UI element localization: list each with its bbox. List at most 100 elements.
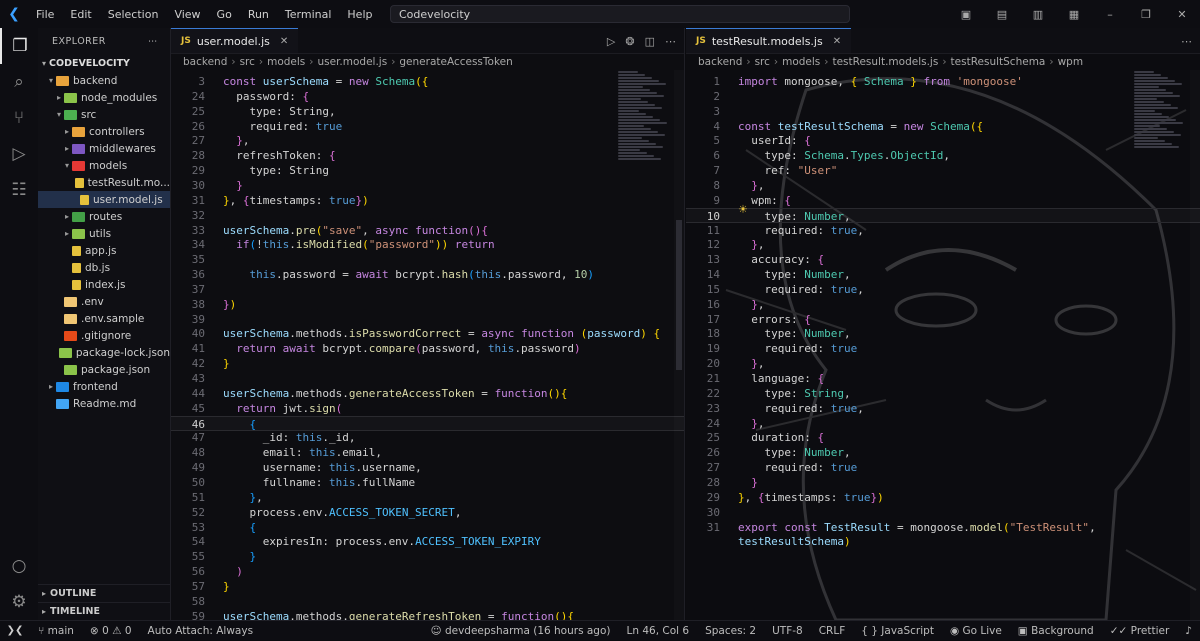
toggle-panel-icon[interactable]: ▤	[984, 8, 1020, 21]
code-line[interactable]: 50 fullname: this.fullName	[171, 475, 684, 490]
tree-item[interactable]: ▸ frontend	[38, 378, 170, 395]
code-line[interactable]: 6 type: Schema.Types.ObjectId,	[686, 148, 1200, 163]
tree-item[interactable]: ▸ node_modules	[38, 89, 170, 106]
code-line[interactable]: 11 required: true,	[686, 223, 1200, 238]
split-editor-icon[interactable]: ◫	[645, 35, 655, 48]
code-line[interactable]: 57}	[171, 579, 684, 594]
code-line[interactable]: 18 type: Number,	[686, 326, 1200, 341]
tree-item[interactable]: .gitignore	[38, 327, 170, 344]
code-line[interactable]: 23 required: true,	[686, 401, 1200, 416]
code-line[interactable]: 58	[171, 594, 684, 609]
code-line[interactable]: testResultSchema)	[686, 534, 1200, 549]
tree-item[interactable]: ▸ middlewares	[38, 140, 170, 157]
settings-gear-icon[interactable]: ⚙	[0, 584, 38, 620]
code-editor-right[interactable]: 1 import mongoose, { Schema } from 'mongo…	[686, 70, 1200, 620]
breadcrumb-item[interactable]: src	[755, 56, 770, 68]
more-actions-icon[interactable]: ⋯	[1181, 35, 1192, 48]
code-line[interactable]: 27 },	[171, 133, 684, 148]
code-line[interactable]: 56 )	[171, 564, 684, 579]
code-line[interactable]: 16 },	[686, 297, 1200, 312]
remote-indicator-icon[interactable]: ❯❮	[0, 620, 30, 641]
extensions-icon[interactable]: ☷	[0, 172, 38, 208]
code-line[interactable]: 1 import mongoose, { Schema } from 'mongo…	[686, 74, 1200, 89]
prettier[interactable]: ✓✓ Prettier	[1102, 625, 1178, 637]
menu-go[interactable]: Go	[209, 8, 240, 21]
menu-selection[interactable]: Selection	[100, 8, 167, 21]
run-debug-icon[interactable]: ▷	[0, 136, 38, 172]
menu-file[interactable]: File	[28, 8, 62, 21]
code-line[interactable]: 38})	[171, 297, 684, 312]
code-line[interactable]: 15 required: true,	[686, 282, 1200, 297]
code-line[interactable]: 45 return jwt.sign(	[171, 401, 684, 416]
more-actions-icon[interactable]: ⋯	[665, 35, 676, 48]
tree-item[interactable]: index.js	[38, 276, 170, 293]
code-line[interactable]: 4 const testResultSchema = new Schema({	[686, 119, 1200, 134]
code-line[interactable]: 13 accuracy: {	[686, 252, 1200, 267]
code-line[interactable]: 26 required: true	[171, 119, 684, 134]
code-line[interactable]: 35	[171, 252, 684, 267]
auto-attach[interactable]: Auto Attach: Always	[140, 625, 262, 637]
breadcrumb-item[interactable]: models	[267, 56, 305, 68]
code-line[interactable]: 19 required: true	[686, 341, 1200, 356]
code-line[interactable]: 52 process.env.ACCESS_TOKEN_SECRET,	[171, 505, 684, 520]
close-tab-icon[interactable]: ✕	[280, 36, 288, 47]
menu-terminal[interactable]: Terminal	[277, 8, 340, 21]
menu-run[interactable]: Run	[240, 8, 277, 21]
explorer-icon[interactable]: ❐	[0, 28, 38, 64]
breadcrumb-item[interactable]: src	[240, 56, 255, 68]
code-line[interactable]: 29 type: String	[171, 163, 684, 178]
source-control-icon[interactable]: ⑂	[0, 100, 38, 136]
menu-edit[interactable]: Edit	[62, 8, 99, 21]
code-line[interactable]: 51 },	[171, 490, 684, 505]
tree-item[interactable]: package.json	[38, 361, 170, 378]
code-line[interactable]: 44 userSchema.methods.generateAccessToken…	[171, 386, 684, 401]
code-line[interactable]: 7 ref: "User"	[686, 163, 1200, 178]
code-line[interactable]: 2	[686, 89, 1200, 104]
menu-help[interactable]: Help	[339, 8, 380, 21]
code-line[interactable]: 28 refreshToken: {	[171, 148, 684, 163]
breadcrumb-item[interactable]: user.model.js	[317, 56, 387, 68]
timeline-section[interactable]: ▸ TIMELINE	[38, 602, 171, 620]
code-line[interactable]: 42}	[171, 356, 684, 371]
code-line[interactable]: 48 email: this.email,	[171, 445, 684, 460]
tree-item[interactable]: db.js	[38, 259, 170, 276]
code-line[interactable]: 31}, {timestamps: true})	[171, 193, 684, 208]
code-line[interactable]: 25 duration: {	[686, 430, 1200, 445]
breadcrumb-item[interactable]: wpm	[1058, 56, 1083, 68]
code-line[interactable]: 46 {	[171, 415, 684, 431]
close-tab-icon[interactable]: ✕	[833, 36, 841, 47]
minimap-left[interactable]	[618, 70, 670, 190]
tree-item[interactable]: ▾ models	[38, 157, 170, 174]
code-line[interactable]: 53 {	[171, 520, 684, 535]
breadcrumb-item[interactable]: generateAccessToken	[399, 56, 512, 68]
code-line[interactable]: 21 language: {	[686, 371, 1200, 386]
code-line[interactable]: 14 type: Number,	[686, 267, 1200, 282]
code-line[interactable]: 5 userId: {	[686, 133, 1200, 148]
indentation[interactable]: Spaces: 2	[697, 625, 764, 637]
scrollbar-thumb[interactable]	[676, 220, 682, 370]
notifications-bell-icon[interactable]: ♪	[1177, 625, 1200, 637]
breadcrumb-item[interactable]: backend	[698, 56, 742, 68]
code-line[interactable]: 20 },	[686, 356, 1200, 371]
code-line[interactable]: 24 password: {	[171, 89, 684, 104]
tree-item[interactable]: .env.sample	[38, 310, 170, 327]
code-line[interactable]: 29}, {timestamps: true})	[686, 490, 1200, 505]
tree-item[interactable]: ▾ backend	[38, 72, 170, 89]
toggle-sidebar-icon[interactable]: ▣	[948, 8, 984, 21]
tree-item[interactable]: ▸ utils	[38, 225, 170, 242]
code-line[interactable]: 54 expiresIn: process.env.ACCESS_TOKEN_E…	[171, 534, 684, 549]
code-line[interactable]: 32	[171, 208, 684, 223]
tree-item[interactable]: ▾ src	[38, 106, 170, 123]
tree-item[interactable]: ▸ routes	[38, 208, 170, 225]
code-line[interactable]: 17 errors: {	[686, 312, 1200, 327]
code-line[interactable]: 30 }	[171, 178, 684, 193]
code-line[interactable]: 24 },	[686, 416, 1200, 431]
tree-item[interactable]: testResult.mo...	[38, 174, 170, 191]
code-line[interactable]: 25 type: String,	[171, 104, 684, 119]
code-line[interactable]: 36 this.password = await bcrypt.hash(thi…	[171, 267, 684, 282]
code-line[interactable]: 28 }	[686, 475, 1200, 490]
minimap-right[interactable]	[1134, 70, 1186, 190]
git-branch[interactable]: ⑂ main	[30, 625, 82, 637]
code-line[interactable]: 3 const userSchema = new Schema({	[171, 74, 684, 89]
menu-view[interactable]: View	[166, 8, 208, 21]
